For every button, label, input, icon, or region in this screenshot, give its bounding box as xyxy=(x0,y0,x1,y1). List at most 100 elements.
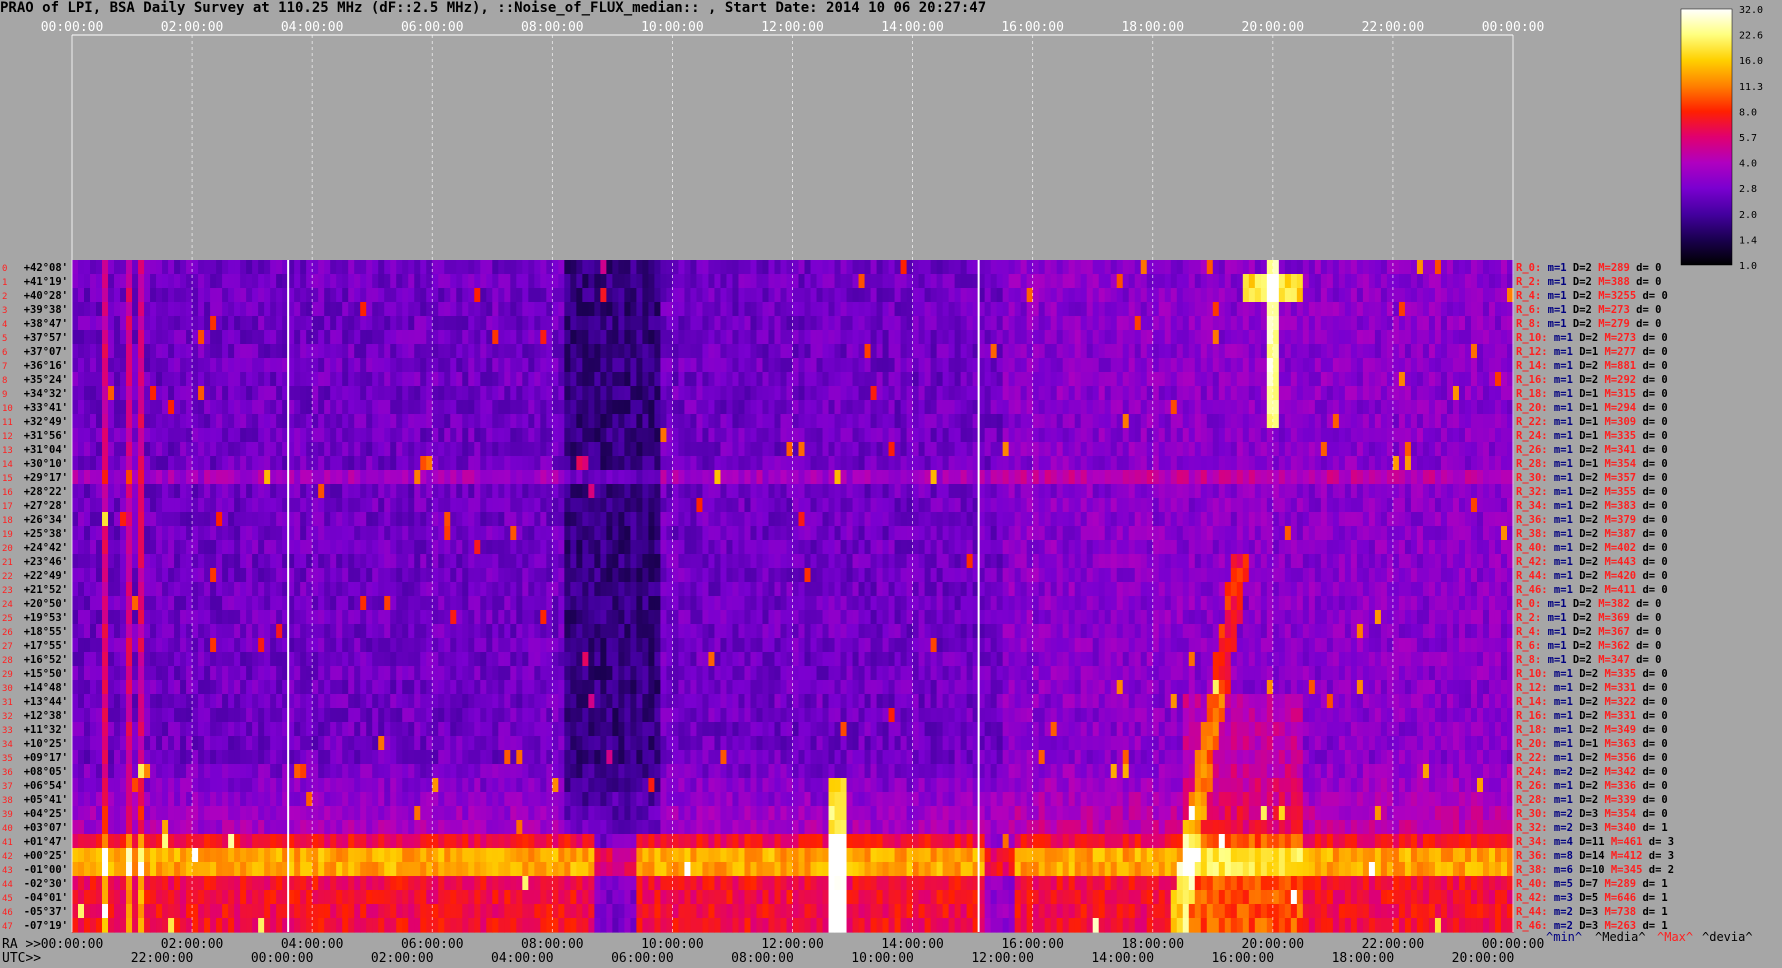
heatmap-cell xyxy=(1224,372,1232,387)
heatmap-cell xyxy=(672,372,680,387)
heatmap-cell xyxy=(900,484,908,499)
heatmap-cell xyxy=(138,330,145,345)
heatmap-cell xyxy=(360,372,367,387)
heatmap-cell xyxy=(1272,526,1280,541)
heatmap-cell xyxy=(708,372,716,387)
heatmap-cell xyxy=(576,316,583,331)
heatmap-cell xyxy=(396,526,403,541)
heatmap-cell xyxy=(1380,316,1388,331)
heatmap-cell xyxy=(486,414,493,429)
heatmap-cell xyxy=(378,330,385,345)
heatmap-cell xyxy=(1224,302,1232,317)
heatmap-cell xyxy=(1224,288,1232,303)
heatmap-cell xyxy=(414,330,421,345)
heatmap-cell xyxy=(1326,484,1334,499)
heatmap-cell xyxy=(888,414,896,429)
heatmap-cell xyxy=(750,484,758,499)
heatmap-cell xyxy=(990,428,998,443)
heatmap-cell xyxy=(348,540,355,555)
heatmap-cell xyxy=(600,358,607,373)
heatmap-cell xyxy=(96,470,103,485)
heatmap-cell xyxy=(558,456,565,471)
heatmap-cell xyxy=(606,316,613,331)
heatmap-cell xyxy=(480,484,487,499)
heatmap-cell xyxy=(1026,386,1034,401)
heatmap-cell xyxy=(942,302,950,317)
heatmap-cell xyxy=(594,358,601,373)
heatmap-cell xyxy=(408,344,415,359)
heatmap-cell xyxy=(1326,442,1334,457)
heatmap-cell xyxy=(1470,358,1478,373)
heatmap-cell xyxy=(1164,302,1172,317)
heatmap-cell xyxy=(642,470,649,485)
heatmap-cell xyxy=(342,428,349,443)
heatmap-cell xyxy=(342,512,349,527)
heatmap-cell xyxy=(900,386,908,401)
heatmap-cell xyxy=(846,498,854,513)
heatmap-cell xyxy=(504,344,511,359)
heatmap-cell xyxy=(1356,414,1364,429)
heatmap-cell xyxy=(798,470,806,485)
heatmap-cell xyxy=(690,512,698,527)
heatmap-cell xyxy=(984,540,992,555)
heatmap-cell xyxy=(1308,470,1316,485)
heatmap-cell xyxy=(96,302,103,317)
heatmap-cell xyxy=(1068,526,1076,541)
heatmap-cell xyxy=(1494,288,1502,303)
heatmap-cell xyxy=(1020,316,1028,331)
heatmap-cell xyxy=(480,344,487,359)
heatmap-cell xyxy=(564,372,571,387)
heatmap-cell xyxy=(996,498,1004,513)
heatmap-cell xyxy=(390,400,397,415)
heatmap-cell xyxy=(1428,358,1436,373)
heatmap-cell xyxy=(1176,316,1184,331)
heatmap-cell xyxy=(168,540,175,555)
heatmap-cell xyxy=(912,498,920,513)
heatmap-cell xyxy=(798,386,806,401)
heatmap-cell xyxy=(1164,428,1172,443)
heatmap-cell xyxy=(1092,498,1100,513)
heatmap-cell xyxy=(1020,456,1028,471)
heatmap-cell xyxy=(1374,400,1382,415)
heatmap-cell xyxy=(1272,414,1280,429)
heatmap-cell xyxy=(984,470,992,485)
heatmap-cell xyxy=(1230,456,1238,471)
heatmap-cell xyxy=(678,414,686,429)
heatmap-cell xyxy=(924,456,932,471)
heatmap-cell xyxy=(1032,484,1040,499)
heatmap-cell xyxy=(1350,526,1358,541)
heatmap-cell xyxy=(522,428,529,443)
heatmap-cell xyxy=(1194,344,1202,359)
heatmap-cell xyxy=(1218,456,1226,471)
heatmap-cell xyxy=(402,316,409,331)
heatmap-cell xyxy=(210,470,217,485)
heatmap-cell xyxy=(1410,470,1418,485)
heatmap-cell xyxy=(1362,316,1370,331)
heatmap-cell xyxy=(672,302,680,317)
heatmap-cell xyxy=(654,414,661,429)
heatmap-cell xyxy=(1428,484,1436,499)
heatmap-cell xyxy=(816,470,824,485)
heatmap-cell xyxy=(144,456,151,471)
heatmap-cell xyxy=(1062,344,1070,359)
heatmap-cell xyxy=(408,540,415,555)
heatmap-cell xyxy=(954,498,962,513)
heatmap-cell xyxy=(936,512,944,527)
heatmap-cell xyxy=(168,512,175,527)
heatmap-cell xyxy=(1050,330,1058,345)
heatmap-cell xyxy=(204,428,211,443)
heatmap-cell xyxy=(876,386,884,401)
heatmap-cell xyxy=(234,498,241,513)
heatmap-cell xyxy=(312,428,319,443)
heatmap-cell xyxy=(612,442,619,457)
heatmap-cell xyxy=(1254,442,1262,457)
heatmap-cell xyxy=(588,442,595,457)
heatmap-cell xyxy=(180,442,187,457)
heatmap-cell xyxy=(102,344,109,359)
heatmap-cell xyxy=(1422,484,1430,499)
heatmap-cell xyxy=(258,442,265,457)
heatmap-cell xyxy=(468,288,475,303)
heatmap-cell xyxy=(348,442,355,457)
heatmap-cell xyxy=(678,400,686,415)
heatmap-cell xyxy=(1110,386,1118,401)
